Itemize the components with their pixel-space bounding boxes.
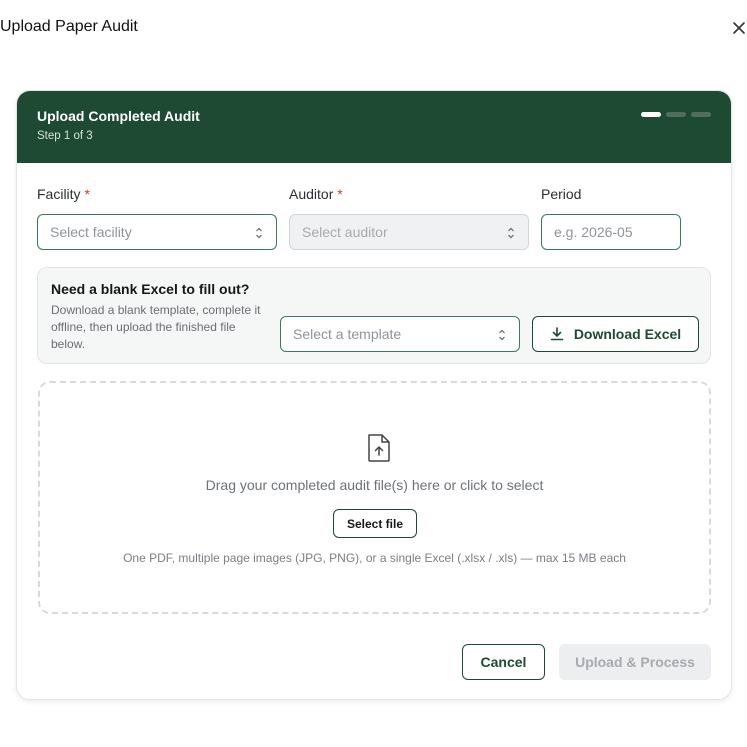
period-field: Period e.g. 2026-05	[541, 186, 681, 250]
close-icon	[733, 22, 745, 34]
auditor-label: Auditor	[289, 186, 334, 202]
chevron-updown-icon	[508, 227, 514, 239]
step-dot-2	[666, 112, 686, 117]
form-fields: Facility * Select facility Auditor * Sel…	[37, 186, 711, 256]
auditor-placeholder: Select auditor	[302, 224, 388, 240]
chevron-updown-icon	[499, 329, 505, 341]
period-input[interactable]: e.g. 2026-05	[541, 214, 681, 250]
facility-label: Facility	[37, 186, 81, 202]
required-mark: *	[337, 186, 343, 202]
card-header: Upload Completed Audit Step 1 of 3	[17, 91, 731, 163]
blank-template-panel: Need a blank Excel to fill out? Download…	[37, 267, 711, 364]
facility-select[interactable]: Select facility	[37, 214, 277, 250]
dialog-title: Upload Paper Audit	[0, 18, 138, 35]
auditor-field: Auditor * Select auditor	[289, 186, 529, 250]
required-mark: *	[84, 186, 90, 202]
download-excel-button[interactable]: Download Excel	[532, 316, 699, 352]
step-dot-3	[691, 112, 711, 117]
step-indicator-text: Step 1 of 3	[37, 130, 93, 142]
upload-card: Upload Completed Audit Step 1 of 3 Facil…	[16, 90, 732, 700]
select-file-button[interactable]: Select file	[333, 509, 417, 538]
step-progress	[641, 112, 711, 117]
facility-field: Facility * Select facility	[37, 186, 277, 250]
file-dropzone[interactable]: Drag your completed audit file(s) here o…	[38, 381, 711, 614]
period-placeholder: e.g. 2026-05	[554, 224, 633, 240]
download-excel-label: Download Excel	[573, 326, 682, 342]
card-title: Upload Completed Audit	[37, 108, 200, 124]
dialog-footer: Cancel Upload & Process	[462, 644, 711, 680]
close-button[interactable]	[730, 19, 747, 37]
upload-process-button[interactable]: Upload & Process	[559, 644, 711, 680]
template-title: Need a blank Excel to fill out?	[51, 281, 250, 297]
template-placeholder: Select a template	[293, 326, 402, 342]
template-description: Download a blank template, complete it o…	[51, 303, 261, 351]
template-select[interactable]: Select a template	[280, 316, 520, 352]
dropzone-instruction: Drag your completed audit file(s) here o…	[205, 477, 544, 493]
file-upload-icon	[368, 434, 390, 462]
step-dot-1	[641, 112, 661, 117]
facility-placeholder: Select facility	[50, 224, 132, 240]
period-label: Period	[541, 186, 582, 202]
download-icon	[550, 327, 564, 341]
auditor-select[interactable]: Select auditor	[289, 214, 529, 250]
chevron-updown-icon	[256, 227, 262, 239]
cancel-button[interactable]: Cancel	[462, 644, 545, 680]
dropzone-note: One PDF, multiple page images (JPG, PNG)…	[123, 551, 626, 565]
